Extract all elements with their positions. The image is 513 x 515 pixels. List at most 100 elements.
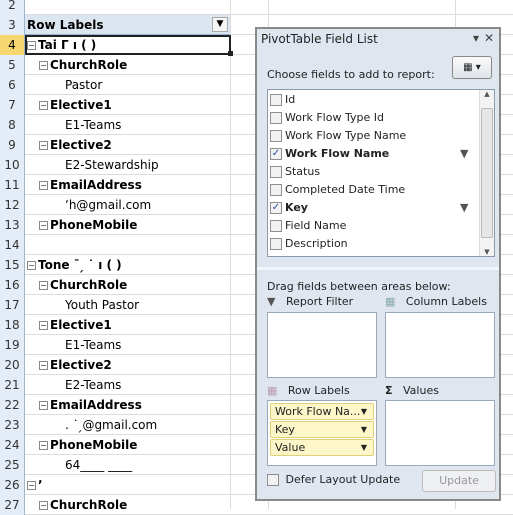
field-item[interactable]: ✓ Work Flow Name ▼	[270, 145, 470, 163]
row-header[interactable]: 26	[0, 475, 25, 495]
layout-options-button[interactable]: ▦ ▾	[452, 56, 492, 79]
row-field-pill[interactable]: Key ▼	[270, 421, 374, 438]
field-item[interactable]: Id	[270, 91, 470, 109]
pivot-cell[interactable]: Pastor	[25, 75, 230, 95]
defer-checkbox[interactable]	[267, 474, 279, 486]
update-button[interactable]: Update	[422, 470, 496, 492]
pivot-cell[interactable]: − Elective2	[25, 135, 230, 155]
pivot-cell[interactable]: − PhoneMobile	[25, 215, 230, 235]
collapse-icon[interactable]: −	[39, 61, 48, 70]
field-item[interactable]: Description	[270, 235, 470, 253]
field-item[interactable]: Work Flow Type Id	[270, 109, 470, 127]
defer-layout-update[interactable]: Defer Layout Update	[267, 473, 400, 486]
pivot-cell[interactable]: − Elective1	[25, 95, 230, 115]
row-header[interactable]: 6	[0, 75, 25, 95]
collapse-icon[interactable]: −	[39, 141, 48, 150]
row-header[interactable]: 11	[0, 175, 25, 195]
collapse-icon[interactable]: −	[39, 441, 48, 450]
pivot-cell[interactable]: − Elective2	[25, 355, 230, 375]
collapse-icon[interactable]: −	[39, 221, 48, 230]
pivot-cell[interactable]: Youth Pastor	[25, 295, 230, 315]
collapse-icon[interactable]: −	[27, 261, 36, 270]
row-header[interactable]: 20	[0, 355, 25, 375]
panel-menu-icon[interactable]: ▾	[473, 31, 479, 45]
sheet-row[interactable]: 2	[0, 0, 513, 15]
scrollbar-thumb[interactable]	[481, 108, 493, 238]
dropdown-arrow-icon[interactable]: ▼	[361, 404, 367, 419]
row-header[interactable]: 3	[0, 15, 25, 35]
column-labels-area[interactable]	[385, 312, 495, 378]
row-header[interactable]: 12	[0, 195, 25, 215]
field-item[interactable]: Field Name	[270, 217, 470, 235]
dropdown-arrow-icon[interactable]: ▼	[361, 440, 367, 455]
pivot-cell[interactable]: − Tone ¯ ̗ ˙ ı ( )	[25, 255, 230, 275]
pivot-cell[interactable]: − EmailAddress	[25, 395, 230, 415]
field-checkbox[interactable]	[270, 166, 282, 178]
field-item[interactable]: Work Flow Type Name	[270, 127, 470, 145]
field-checkbox[interactable]	[270, 220, 282, 232]
filter-dropdown-icon[interactable]: ▼	[212, 17, 228, 32]
row-field-pill[interactable]: Work Flow Na... ▼	[270, 403, 374, 420]
pivot-cell[interactable]: E1-Teams	[25, 335, 230, 355]
field-checkbox[interactable]	[270, 130, 282, 142]
pivot-cell[interactable]: − Elective1	[25, 315, 230, 335]
row-header[interactable]: 14	[0, 235, 25, 255]
pivot-cell[interactable]: E1-Teams	[25, 115, 230, 135]
scroll-up-icon[interactable]: ▲	[480, 90, 494, 98]
row-header[interactable]: 27	[0, 495, 25, 515]
row-header[interactable]: 5	[0, 55, 25, 75]
row-header[interactable]: 16	[0, 275, 25, 295]
pivot-cell[interactable]: − EmailAddress	[25, 175, 230, 195]
row-header[interactable]: 8	[0, 115, 25, 135]
row-header[interactable]: 22	[0, 395, 25, 415]
pivot-cell[interactable]: E2-Stewardship	[25, 155, 230, 175]
row-header[interactable]: 7	[0, 95, 25, 115]
row-header[interactable]: 10	[0, 155, 25, 175]
collapse-icon[interactable]: −	[39, 101, 48, 110]
row-header[interactable]: 2	[0, 0, 25, 15]
dropdown-arrow-icon[interactable]: ▼	[361, 422, 367, 437]
field-item[interactable]: Order	[270, 253, 470, 257]
row-header[interactable]: 9	[0, 135, 25, 155]
field-list-scrollbar[interactable]: ▲ ▼	[479, 90, 494, 256]
filter-icon[interactable]: ▼	[460, 199, 468, 217]
row-header[interactable]: 24	[0, 435, 25, 455]
close-icon[interactable]: ✕	[484, 31, 494, 45]
collapse-icon[interactable]: −	[39, 281, 48, 290]
row-field-pill[interactable]: Value ▼	[270, 439, 374, 456]
pivot-cell[interactable]: − PhoneMobile	[25, 435, 230, 455]
field-item[interactable]: Status	[270, 163, 470, 181]
field-list[interactable]: ▲ ▼ Id Work Flow Type Id Work Flow Type Na…	[267, 89, 495, 257]
values-area[interactable]	[385, 400, 495, 466]
pivot-cell[interactable]: . ˙ ̗@gmail.com	[25, 415, 230, 435]
field-checkbox[interactable]: ✓	[270, 202, 282, 214]
field-checkbox[interactable]: ✓	[270, 148, 282, 160]
pivot-cell[interactable]: Row Labels ▼	[25, 15, 230, 35]
field-checkbox[interactable]	[270, 112, 282, 124]
collapse-icon[interactable]: −	[39, 361, 48, 370]
field-checkbox[interactable]	[270, 256, 282, 257]
row-header[interactable]: 21	[0, 375, 25, 395]
pivot-cell[interactable]	[25, 0, 230, 15]
pivot-cell[interactable]: − ʼ	[25, 475, 230, 495]
pivot-cell[interactable]: − ChurchRole	[25, 275, 230, 295]
active-cell[interactable]	[25, 35, 231, 55]
row-header[interactable]: 23	[0, 415, 25, 435]
row-labels-area[interactable]: Work Flow Na... ▼ Key ▼ Value ▼	[267, 400, 377, 466]
row-header[interactable]: 13	[0, 215, 25, 235]
filter-icon[interactable]: ▼	[460, 145, 468, 163]
row-header[interactable]: 18	[0, 315, 25, 335]
row-header[interactable]: 25	[0, 455, 25, 475]
pivot-cell[interactable]: − ChurchRole	[25, 495, 230, 515]
pivot-cell[interactable]: − ChurchRole	[25, 55, 230, 75]
row-header[interactable]: 17	[0, 295, 25, 315]
field-checkbox[interactable]	[270, 94, 282, 106]
collapse-icon[interactable]: −	[39, 181, 48, 190]
field-item[interactable]: Completed Date Time	[270, 181, 470, 199]
pivot-cell[interactable]: 64____ ____	[25, 455, 230, 475]
collapse-icon[interactable]: −	[39, 401, 48, 410]
scroll-down-icon[interactable]: ▼	[480, 248, 494, 256]
field-item[interactable]: ✓ Key ▼	[270, 199, 470, 217]
pivot-cell[interactable]: E2-Teams	[25, 375, 230, 395]
panel-splitter[interactable]	[257, 267, 499, 270]
